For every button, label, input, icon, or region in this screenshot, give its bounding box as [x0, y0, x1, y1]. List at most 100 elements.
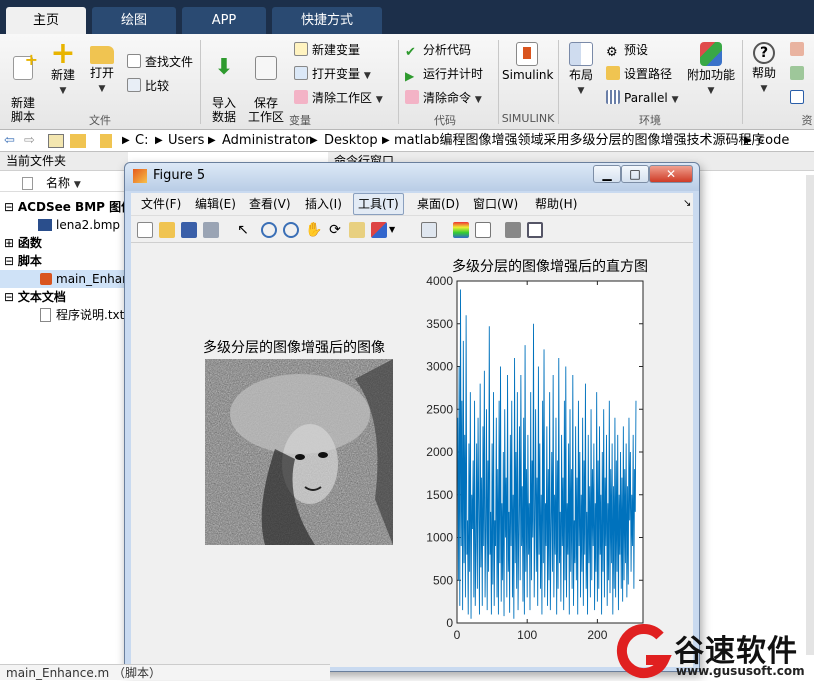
- run-and-time-button[interactable]: ▶ 运行并计时: [405, 64, 483, 84]
- find-files-button[interactable]: 查找文件: [127, 52, 193, 72]
- figure-title-bar[interactable]: Figure 5 ▁ □ ✕: [125, 163, 699, 191]
- set-path-button[interactable]: 设置路径: [606, 64, 672, 84]
- plus-icon: +: [50, 36, 76, 71]
- close-button[interactable]: ✕: [649, 165, 693, 183]
- address-bar: ⇦ ⇨ ▶ C: ▶ Users ▶ Administrator ▶ Deskt…: [0, 130, 814, 152]
- y-tick-label: 1000: [426, 531, 453, 545]
- ribbon-separator: [742, 40, 743, 124]
- tree-group-functions[interactable]: ⊞ 函数: [0, 234, 128, 252]
- minimize-button[interactable]: ▁: [593, 165, 621, 183]
- crumb-desktop[interactable]: Desktop: [324, 130, 378, 152]
- open-variable-button[interactable]: 打开变量 ▼: [294, 64, 371, 84]
- tree-group-bmp[interactable]: ⊟ ACDSee BMP 图像: [0, 198, 128, 216]
- tree-group-text[interactable]: ⊟ 文本文档: [0, 288, 128, 306]
- crumb-users[interactable]: Users: [168, 130, 204, 152]
- name-column-header[interactable]: 名称 ▼: [0, 174, 128, 192]
- save-icon[interactable]: [181, 222, 197, 238]
- ribbon: + 新建 脚本 + 新建 ▼ 打开 ▼ 查找文件 比较 文件 ⬇ 导入 数据 保存 …: [0, 34, 814, 130]
- tab-plots[interactable]: 绘图: [92, 7, 176, 34]
- file-lena2-bmp[interactable]: lena2.bmp: [0, 216, 128, 234]
- current-folder-panel: 当前文件夹 名称 ▼ ⊟ ACDSee BMP 图像 lena2.bmp ⊞ 函…: [0, 152, 128, 680]
- chevron-down-icon: ▼: [671, 95, 679, 105]
- menu-view[interactable]: 查看(V): [245, 193, 295, 215]
- new-variable-button[interactable]: 新建变量: [294, 40, 360, 60]
- help-button[interactable]: ? 帮助 ▼: [748, 42, 780, 96]
- clear-workspace-icon: [294, 90, 308, 104]
- status-bar: main_Enhance.m （脚本）: [0, 664, 330, 680]
- bmp-file-icon: [38, 219, 52, 231]
- file-main-enhance[interactable]: main_Enhance.m: [0, 270, 128, 288]
- menu-edit[interactable]: 编辑(E): [191, 193, 240, 215]
- rotate-icon[interactable]: ⟳: [327, 222, 343, 238]
- compare-button[interactable]: 比较: [127, 76, 169, 96]
- import-data-button[interactable]: ⬇ 导入 数据: [206, 42, 242, 125]
- file-readme-txt[interactable]: 程序说明.txt: [0, 306, 128, 324]
- simulink-button[interactable]: Simulink: [502, 42, 553, 82]
- maximize-button[interactable]: □: [621, 165, 649, 183]
- folder-icon: [90, 46, 114, 64]
- analyze-code-button[interactable]: ✔ 分析代码: [405, 40, 471, 60]
- legend-icon[interactable]: [475, 222, 491, 238]
- tab-shortcuts[interactable]: 快捷方式: [272, 7, 382, 34]
- toolstrip-tabs: 主页 绘图 APP 快捷方式: [0, 0, 814, 34]
- new-script-icon: +: [13, 52, 38, 80]
- analyze-code-icon: ✔: [405, 45, 416, 60]
- find-files-icon: [127, 54, 141, 68]
- request-support-button[interactable]: [790, 64, 808, 84]
- new-figure-icon[interactable]: [137, 222, 153, 238]
- back-arrow-icon[interactable]: ⇦: [4, 130, 15, 152]
- menu-help[interactable]: 帮助(H): [531, 193, 581, 215]
- menu-insert[interactable]: 插入(I): [301, 193, 346, 215]
- menu-window[interactable]: 窗口(W): [469, 193, 522, 215]
- clear-commands-button[interactable]: 清除命令 ▼: [405, 88, 482, 108]
- crumb-code[interactable]: code: [758, 130, 789, 152]
- learn-matlab-button[interactable]: [790, 88, 808, 108]
- pointer-icon[interactable]: ↖: [235, 222, 251, 238]
- zoom-in-icon[interactable]: [261, 222, 277, 238]
- histogram-chart: 多级分层的图像增强后的直方图05001000150020002500300035…: [426, 258, 648, 642]
- separator-arrow-icon: ▶: [122, 135, 130, 146]
- menu-tools[interactable]: 工具(T): [353, 193, 404, 215]
- layout-button[interactable]: 布局 ▼: [564, 42, 598, 98]
- folder-icon: [100, 134, 112, 148]
- tab-apps[interactable]: APP: [182, 7, 266, 34]
- tab-home[interactable]: 主页: [6, 7, 86, 34]
- forward-arrow-icon[interactable]: ⇨: [24, 130, 35, 152]
- learn-icon: [790, 90, 804, 104]
- help-icon: ?: [753, 42, 775, 64]
- crumb-administrator[interactable]: Administrator: [222, 130, 311, 152]
- tree-group-scripts[interactable]: ⊟ 脚本: [0, 252, 128, 270]
- command-window-scrollbar[interactable]: [806, 175, 814, 655]
- community-button[interactable]: [790, 40, 808, 60]
- new-button[interactable]: + 新建 ▼: [44, 36, 82, 98]
- brush-icon[interactable]: [371, 222, 387, 238]
- preferences-button[interactable]: ⚙ 预设: [606, 40, 648, 60]
- print-icon[interactable]: [203, 222, 219, 238]
- chevron-down-icon: ▼: [363, 71, 371, 81]
- link-plot-icon[interactable]: [421, 222, 437, 238]
- colorbar-icon[interactable]: [453, 222, 469, 238]
- add-ons-button[interactable]: 附加功能 ▼: [686, 42, 736, 98]
- up-folder-icon[interactable]: [48, 134, 64, 148]
- parallel-button[interactable]: Parallel ▼: [606, 88, 678, 108]
- new-script-button[interactable]: + 新建 脚本: [6, 42, 40, 125]
- hide-plot-tools-icon[interactable]: [505, 222, 521, 238]
- crumb-project-folder[interactable]: matlab编程图像增强领域采用多级分层的图像增强技术源码程序: [394, 130, 765, 152]
- open-file-icon[interactable]: [159, 222, 175, 238]
- group-variable-label: 变量: [289, 114, 311, 127]
- figure-title: Figure 5: [153, 168, 206, 183]
- chevron-down-icon[interactable]: ▼: [389, 222, 405, 238]
- open-button[interactable]: 打开 ▼: [86, 42, 118, 96]
- menu-file[interactable]: 文件(F): [137, 193, 185, 215]
- y-tick-label: 0: [446, 616, 453, 630]
- dock-arrow-icon[interactable]: ↘: [679, 193, 695, 215]
- menu-desktop[interactable]: 桌面(D): [413, 193, 464, 215]
- show-plot-tools-icon[interactable]: [527, 222, 543, 238]
- data-cursor-icon[interactable]: [349, 222, 365, 238]
- simulink-icon: [516, 42, 538, 66]
- zoom-out-icon[interactable]: [283, 222, 299, 238]
- browse-folder-icon[interactable]: [70, 134, 86, 148]
- clear-workspace-button[interactable]: 清除工作区 ▼: [294, 88, 383, 108]
- pan-icon[interactable]: ✋: [305, 222, 322, 238]
- crumb-drive[interactable]: C:: [135, 130, 148, 152]
